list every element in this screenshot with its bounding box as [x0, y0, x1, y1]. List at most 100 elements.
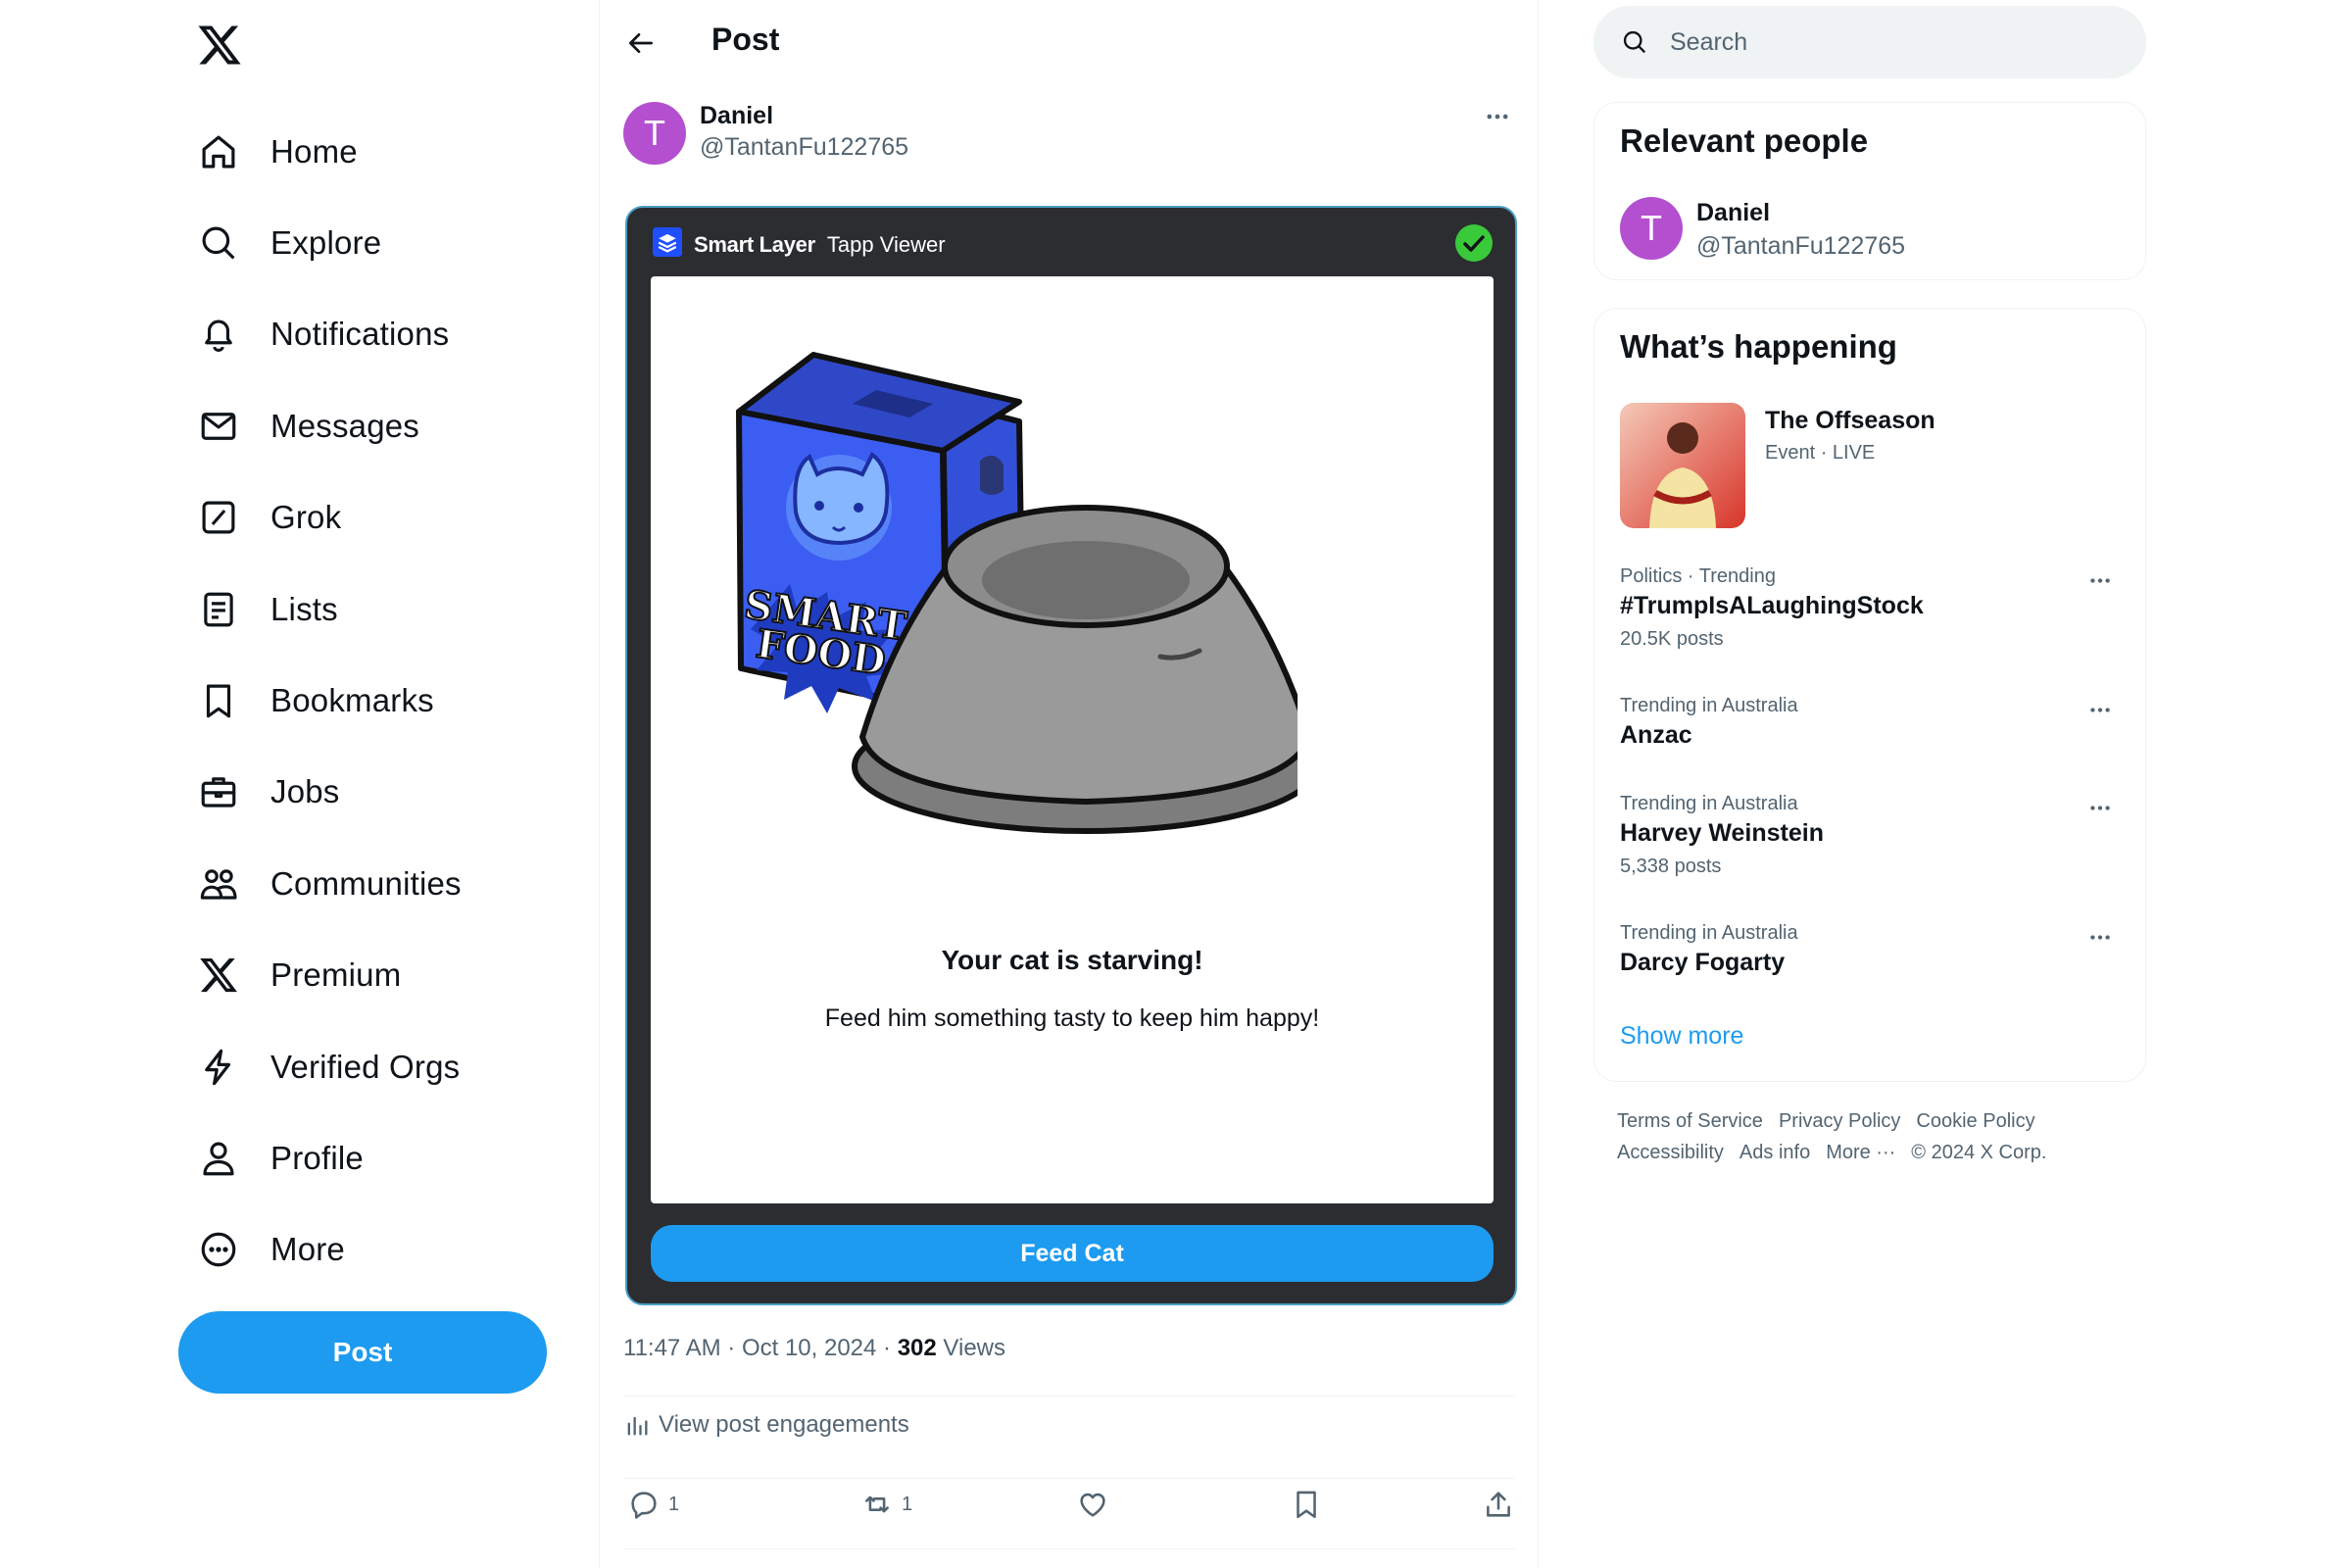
trend-item[interactable]: Trending in Australia Darcy Fogarty	[1620, 922, 2120, 977]
trend-item[interactable]: Trending in Australia Harvey Weinstein 5…	[1620, 793, 2120, 878]
trend-count: 5,338 posts	[1620, 856, 1722, 877]
nav-item-bookmarks[interactable]: Bookmarks	[196, 655, 462, 746]
more-options-icon[interactable]	[2081, 793, 2120, 822]
avatar[interactable]: T	[1620, 197, 1683, 260]
feed-cat-button[interactable]: Feed Cat	[651, 1225, 1494, 1282]
divider	[623, 1548, 1515, 1549]
more-options-icon[interactable]	[2081, 695, 2120, 724]
footer-link[interactable]: Terms of Service	[1617, 1110, 1763, 1132]
trend-item[interactable]: Trending in Australia Anzac	[1620, 695, 2120, 750]
search-input[interactable]	[1670, 27, 2101, 57]
nav-item-communities[interactable]: Communities	[196, 838, 462, 929]
engagements-label: View post engagements	[659, 1411, 909, 1438]
nav-label: Lists	[270, 590, 338, 627]
x-logo-icon	[196, 953, 241, 998]
more-options-icon[interactable]	[1478, 102, 1517, 131]
person-handle[interactable]: @TantanFu122765	[1696, 232, 1905, 261]
search-icon	[196, 220, 241, 266]
bookmark-button[interactable]	[1290, 1488, 1323, 1521]
main-column: Post T Daniel @TantanFu122765 Smart Laye…	[600, 0, 1539, 1568]
person-name[interactable]: Daniel	[1696, 199, 1770, 227]
bookmark-icon	[1297, 1491, 1316, 1519]
event-thumbnail[interactable]	[1620, 403, 1745, 528]
footer-link[interactable]: Cookie Policy	[1916, 1110, 2034, 1132]
footer-link[interactable]: Ads info	[1740, 1142, 1810, 1163]
nav-label: Premium	[270, 956, 402, 994]
view-engagements-link[interactable]: View post engagements	[623, 1411, 909, 1439]
trend-name: #TrumpIsALaughingStock	[1620, 592, 1924, 619]
heart-icon	[1080, 1493, 1105, 1517]
nav-label: Communities	[270, 864, 462, 902]
trend-context: Trending in Australia	[1620, 922, 1798, 944]
tapp-header: Smart Layer Tapp Viewer	[653, 227, 946, 262]
nav-label: Notifications	[270, 316, 450, 353]
grok-icon	[196, 495, 241, 540]
author-handle[interactable]: @TantanFu122765	[700, 133, 908, 162]
envelope-icon	[196, 404, 241, 449]
repost-icon	[865, 1495, 889, 1513]
people-icon	[196, 861, 241, 906]
trend-name: Darcy Fogarty	[1620, 949, 1786, 976]
nav-label: Messages	[270, 407, 420, 444]
views-label: Views	[936, 1335, 1006, 1361]
more-options-icon[interactable]	[2081, 922, 2120, 952]
nav-item-jobs[interactable]: Jobs	[196, 747, 462, 838]
panel-title: Relevant people	[1620, 122, 1869, 159]
whats-happening-panel: What’s happening The Offseason Event · L…	[1593, 308, 2146, 1082]
share-button[interactable]	[1482, 1488, 1515, 1521]
x-logo-icon[interactable]	[194, 22, 245, 69]
post-button[interactable]: Post	[178, 1311, 547, 1394]
nav-item-notifications[interactable]: Notifications	[196, 289, 462, 380]
footer-link[interactable]: More ···	[1826, 1142, 1895, 1163]
copyright: © 2024 X Corp.	[1911, 1142, 2047, 1163]
footer-links: Terms of Service Privacy Policy Cookie Pol…	[1617, 1105, 2146, 1168]
footer-link[interactable]: Privacy Policy	[1779, 1110, 1900, 1132]
avatar[interactable]: T	[623, 102, 686, 165]
list-icon	[196, 587, 241, 632]
back-arrow-icon[interactable]	[619, 22, 662, 65]
smart-layer-logo-icon	[653, 227, 682, 262]
author-name[interactable]: Daniel	[700, 102, 773, 130]
nav-label: Bookmarks	[270, 682, 434, 719]
page-title: Post	[711, 22, 780, 57]
nav-label: Jobs	[270, 773, 340, 810]
reply-button[interactable]: 1	[627, 1488, 679, 1521]
nav-item-more[interactable]: More	[196, 1204, 462, 1296]
repost-button[interactable]: 1	[860, 1488, 912, 1521]
post-meta: 11:47 AM · Oct 10, 2024 · 302 Views	[623, 1335, 1005, 1362]
nav-item-messages[interactable]: Messages	[196, 380, 462, 471]
trend-context: Trending in Australia	[1620, 695, 1798, 716]
trend-name: Anzac	[1620, 721, 1692, 749]
nav-item-premium[interactable]: Premium	[196, 930, 462, 1021]
footer-link[interactable]: Accessibility	[1617, 1142, 1724, 1163]
search-bar[interactable]	[1593, 6, 2146, 78]
nav-item-grok[interactable]: Grok	[196, 472, 462, 564]
reply-count: 1	[668, 1493, 680, 1515]
primary-nav: Home Explore Notifications Messages Grok…	[196, 106, 462, 1296]
repost-count: 1	[902, 1493, 913, 1515]
like-button[interactable]	[1076, 1488, 1109, 1521]
trend-item[interactable]: Politics · Trending #TrumpIsALaughingSto…	[1620, 565, 2120, 651]
trend-count: 20.5K posts	[1620, 628, 1724, 650]
nav-item-explore[interactable]: Explore	[196, 197, 462, 288]
nav-label: More	[270, 1231, 345, 1268]
nav-label: Grok	[270, 499, 342, 536]
share-icon	[1487, 1492, 1510, 1517]
event-title[interactable]: The Offseason	[1765, 407, 1936, 435]
trend-context: Politics · Trending	[1620, 565, 1776, 587]
post-timestamp[interactable]: 11:47 AM · Oct 10, 2024 ·	[623, 1335, 898, 1361]
show-more-link[interactable]: Show more	[1620, 1022, 1743, 1051]
nav-item-home[interactable]: Home	[196, 106, 462, 197]
post-actions: 1 1	[623, 1488, 1515, 1535]
nav-item-lists[interactable]: Lists	[196, 564, 462, 655]
message-title: Your cat is starving!	[941, 945, 1203, 975]
event-subtitle: Event · LIVE	[1765, 442, 1876, 464]
tapp-viewer-label: Tapp Viewer	[826, 231, 946, 257]
nav-item-verified-orgs[interactable]: Verified Orgs	[196, 1021, 462, 1112]
trend-name: Harvey Weinstein	[1620, 819, 1824, 847]
nav-item-profile[interactable]: Profile	[196, 1112, 462, 1203]
left-sidebar: Home Explore Notifications Messages Grok…	[0, 0, 600, 1568]
cat-food-illustration: SMART FOOD	[736, 352, 1298, 834]
message-body: Feed him something tasty to keep him hap…	[824, 1004, 1320, 1032]
more-options-icon[interactable]	[2081, 565, 2120, 595]
